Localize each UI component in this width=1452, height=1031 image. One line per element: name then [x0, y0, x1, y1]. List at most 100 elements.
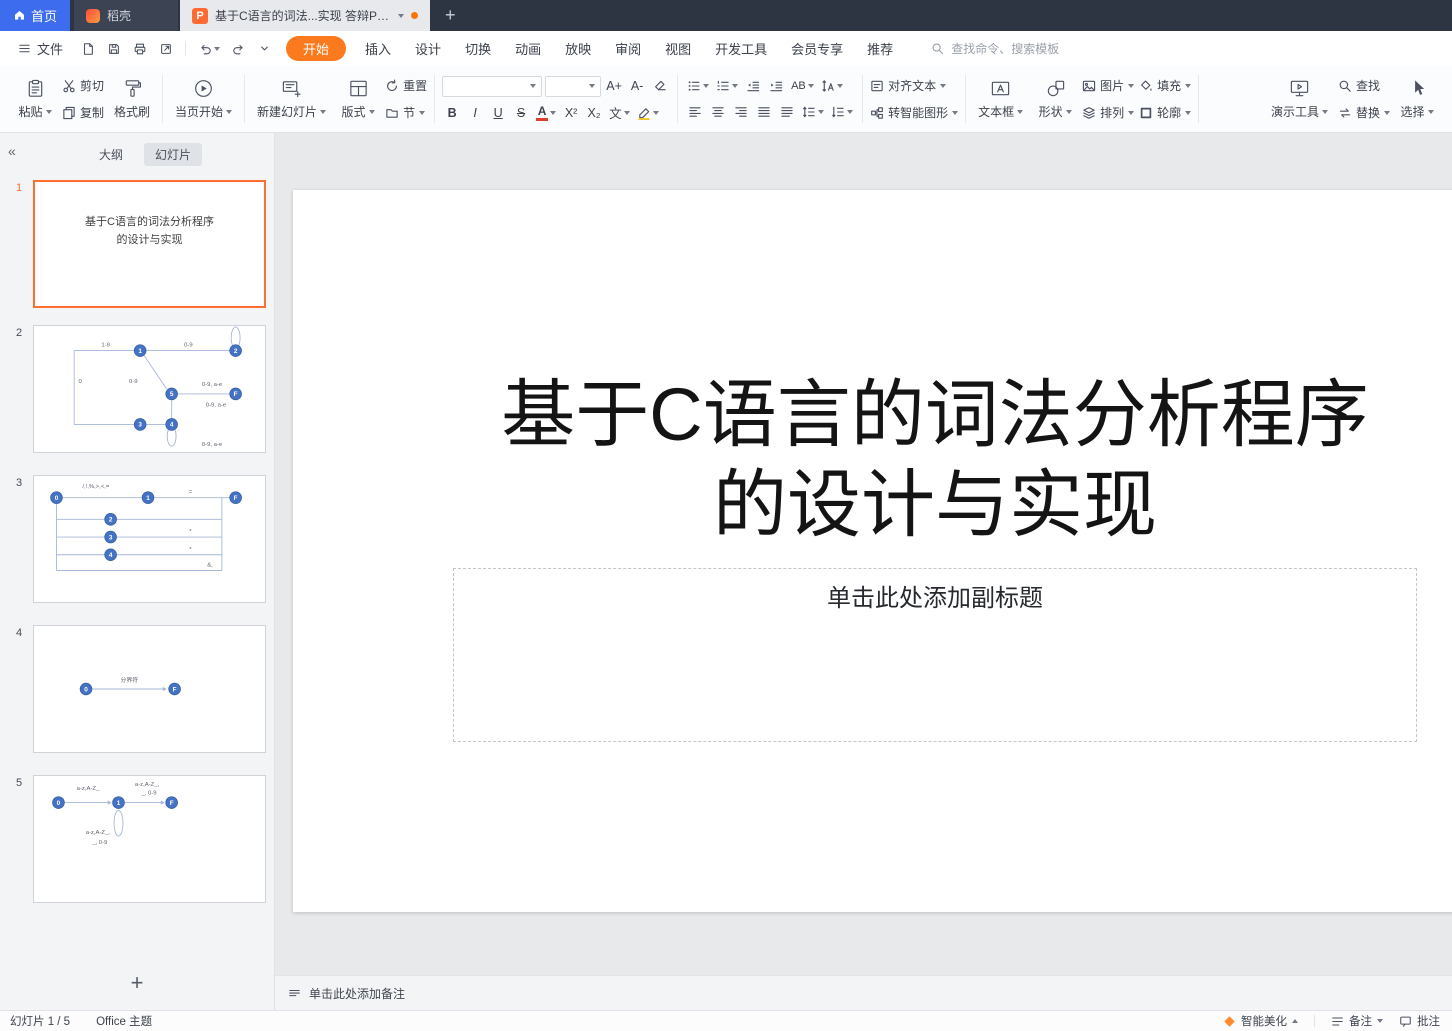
- bold-button[interactable]: B: [442, 103, 462, 123]
- slide-thumbnail-2[interactable]: 1 2 5 F 3 4 1-9 0-9 0 0-9 0-9, a-e 0-9, …: [33, 325, 266, 453]
- new-tab-button[interactable]: +: [430, 0, 471, 31]
- italic-button[interactable]: I: [465, 103, 485, 123]
- caret-down-icon: [45, 109, 52, 114]
- tab-slideshow[interactable]: 放映: [553, 31, 603, 66]
- paragraph-spacing-button[interactable]: [829, 102, 855, 122]
- clear-format-button[interactable]: [650, 76, 670, 96]
- highlighter-icon: [637, 107, 650, 120]
- slide-title[interactable]: 基于C语言的词法分析程序 的设计与实现: [293, 370, 1452, 550]
- align-right-button[interactable]: [731, 102, 751, 122]
- undo-button[interactable]: [198, 42, 221, 56]
- convert-smartart-button[interactable]: 转智能图形: [870, 104, 959, 122]
- save-icon[interactable]: [107, 42, 121, 56]
- shapes-button[interactable]: 形状: [1033, 76, 1077, 122]
- tab-design[interactable]: 设计: [403, 31, 453, 66]
- select-button[interactable]: 选择: [1395, 76, 1439, 122]
- play-from-current-button[interactable]: 当页开始: [170, 76, 237, 122]
- export-icon[interactable]: [159, 42, 173, 56]
- tab-devtools[interactable]: 开发工具: [703, 31, 779, 66]
- pinyin-guide-button[interactable]: 文: [607, 103, 632, 123]
- numbering-button[interactable]: [714, 76, 740, 96]
- tab-transition[interactable]: 切换: [453, 31, 503, 66]
- clipboard-group: 粘贴 剪切 复制 格式刷: [6, 68, 162, 130]
- cut-button[interactable]: 剪切: [62, 77, 104, 95]
- file-menu-button[interactable]: 文件: [10, 31, 71, 66]
- collapse-panel-button[interactable]: «: [8, 143, 16, 159]
- chevron-down-icon[interactable]: [258, 42, 271, 55]
- add-slide-button[interactable]: +: [0, 970, 274, 996]
- text-direction-button[interactable]: [819, 76, 845, 96]
- decrease-indent-button[interactable]: [743, 76, 763, 96]
- notes-bar[interactable]: 单击此处添加备注: [275, 975, 1452, 1010]
- tab-options-caret-icon[interactable]: [398, 13, 404, 18]
- caret-down-icon: [1185, 83, 1192, 88]
- new-slide-button[interactable]: 新建幻灯片: [252, 76, 331, 122]
- slide-thumbnail-3[interactable]: 0 1 F 2 3 4 /,!,%,>,<,= = * * &,: [33, 475, 266, 603]
- arrange-button[interactable]: 排列: [1082, 104, 1135, 122]
- reset-button[interactable]: 重置: [385, 77, 427, 95]
- command-search[interactable]: 查找命令、搜索模板: [931, 40, 1059, 57]
- increase-font-button[interactable]: A+: [604, 76, 624, 96]
- home-button[interactable]: 首页: [0, 0, 70, 31]
- tab-member[interactable]: 会员专享: [779, 31, 855, 66]
- change-case-button[interactable]: AB: [789, 76, 816, 96]
- align-center-button[interactable]: [708, 102, 728, 122]
- strikethrough-button[interactable]: S: [511, 103, 531, 123]
- highlight-button[interactable]: [635, 103, 661, 123]
- paste-button[interactable]: 粘贴: [13, 76, 57, 122]
- align-left-button[interactable]: [685, 102, 705, 122]
- find-button[interactable]: 查找: [1338, 77, 1390, 95]
- bullets-button[interactable]: [685, 76, 711, 96]
- subscript-button[interactable]: X₂: [584, 103, 604, 123]
- document-tab[interactable]: P 基于C语言的词法...实现 答辩PPT: [180, 0, 430, 31]
- tab-insert[interactable]: 插入: [353, 31, 403, 66]
- new-document-icon[interactable]: [81, 42, 95, 56]
- slide-editing-surface[interactable]: 基于C语言的词法分析程序 的设计与实现 单击此处添加副标题: [293, 190, 1452, 912]
- reset-label: 重置: [403, 79, 428, 93]
- tab-view[interactable]: 视图: [653, 31, 703, 66]
- slide-thumbnail-5[interactable]: 0 1 F a-z,A-Z_ a-z,A-Z_, _, 0-9 a-z,A-Z_…: [33, 775, 266, 903]
- tab-home[interactable]: 开始: [286, 36, 347, 61]
- superscript-button[interactable]: X²: [561, 103, 581, 123]
- tab-outline[interactable]: 大纲: [88, 143, 134, 166]
- font-size-select[interactable]: [545, 75, 602, 97]
- docer-tab[interactable]: 稻壳: [74, 0, 178, 31]
- align-text-button[interactable]: 对齐文本: [870, 77, 958, 95]
- replace-button[interactable]: 替换: [1338, 104, 1390, 122]
- section-button[interactable]: 节: [385, 104, 427, 122]
- layout-button[interactable]: 版式: [336, 76, 380, 122]
- justify-button[interactable]: [754, 102, 774, 122]
- outline-button[interactable]: 轮廓: [1139, 104, 1192, 122]
- paste-label: 粘贴: [18, 105, 43, 119]
- decrease-font-button[interactable]: A-: [627, 76, 647, 96]
- slide-thumbnail-1[interactable]: 基于C语言的词法分析程序 的设计与实现: [33, 180, 266, 308]
- comments-button[interactable]: 批注: [1399, 1013, 1440, 1029]
- file-menu-label: 文件: [37, 42, 64, 57]
- tab-animation[interactable]: 动画: [503, 31, 553, 66]
- tab-slides[interactable]: 幻灯片: [144, 143, 203, 166]
- presentation-tools-button[interactable]: 演示工具: [1266, 76, 1333, 122]
- notes-toggle-button[interactable]: 备注: [1331, 1013, 1383, 1029]
- font-name-select[interactable]: [442, 75, 543, 97]
- format-painter-button[interactable]: 格式刷: [109, 76, 155, 122]
- align-text-label: 对齐文本: [888, 79, 937, 93]
- tab-review[interactable]: 审阅: [603, 31, 653, 66]
- distribute-button[interactable]: [777, 102, 797, 122]
- picture-button[interactable]: 图片: [1082, 77, 1135, 95]
- notes-toggle-label: 备注: [1349, 1016, 1372, 1028]
- line-spacing-button[interactable]: [800, 102, 826, 122]
- font-color-button[interactable]: A: [534, 103, 558, 123]
- tab-recommend[interactable]: 推荐: [855, 31, 905, 66]
- svg-text:2: 2: [234, 348, 238, 355]
- textbox-button[interactable]: 文本框: [973, 76, 1028, 122]
- increase-indent-button[interactable]: [766, 76, 786, 96]
- redo-icon[interactable]: [232, 42, 246, 56]
- underline-button[interactable]: U: [488, 103, 508, 123]
- smart-beautify-button[interactable]: 智能美化: [1223, 1013, 1298, 1029]
- print-icon[interactable]: [133, 42, 147, 56]
- subtitle-placeholder[interactable]: 单击此处添加副标题: [453, 568, 1417, 742]
- copy-button[interactable]: 复制: [62, 104, 104, 122]
- slide-thumbnail-4[interactable]: 0 F 分界符: [33, 625, 266, 753]
- fill-button[interactable]: 填充: [1139, 77, 1192, 95]
- theme-name[interactable]: Office 主题: [96, 1013, 152, 1029]
